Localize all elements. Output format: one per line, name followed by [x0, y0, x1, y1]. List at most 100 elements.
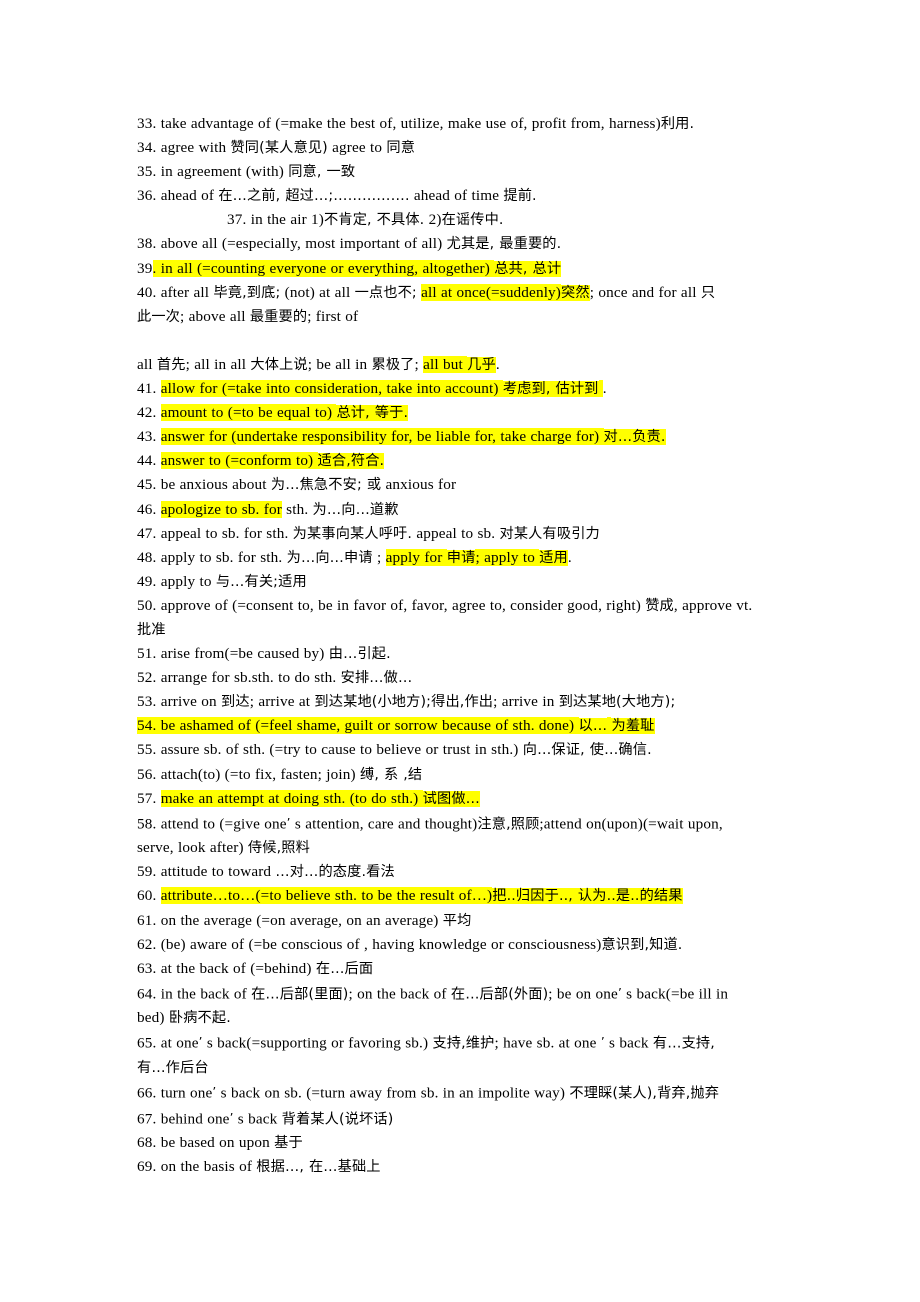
text-run: 此一次	[137, 308, 181, 325]
highlighted-text: ; apply to	[475, 548, 540, 566]
vocabulary-entry: 39. in all (=counting everyone or everyt…	[137, 257, 790, 281]
text-run: 35. in agreement (with)	[137, 163, 289, 181]
vocabulary-entry: all 首先; all in all 大体上说; be all in 累极了; …	[137, 353, 790, 377]
text-run: 到达某地(小地方);得出,作出	[314, 694, 494, 711]
text-run: s back(=supporting or favoring sb.)	[202, 1034, 433, 1052]
highlighted-text: 对…负责.	[603, 429, 666, 446]
text-run: 赞同(某人意见)	[230, 140, 328, 157]
vocabulary-entry: 35. in agreement (with) 同意, 一致	[137, 160, 790, 184]
vocabulary-entry: 64. in the back of 在…后部(里面); on the back…	[137, 981, 790, 1007]
highlighted-text: apologize to sb. for	[160, 500, 282, 518]
text-run: ; be all in	[307, 355, 372, 373]
text-run: s back on sb. (=turn away from sb. in an…	[216, 1084, 570, 1102]
text-run: ; have sb. at one	[494, 1034, 601, 1052]
highlighted-text: 以…	[578, 718, 608, 735]
text-run: 为…焦急不安; 或	[270, 477, 382, 494]
text-run: 65. at one	[137, 1034, 199, 1052]
text-run: 在…之前, 超过…;…………….	[218, 188, 410, 205]
text-run: ; arrive in	[493, 693, 559, 711]
text-run: ; on the back of	[348, 985, 451, 1003]
text-run: 安排…做…	[340, 670, 413, 687]
text-run: 53. arrive on	[137, 693, 222, 711]
text-run: 49. apply to	[137, 572, 216, 590]
highlighted-text: 总计, 等于.	[336, 405, 409, 422]
text-run: 51. arise from(=be caused by)	[137, 645, 329, 663]
text-run: 背着某人(说坏话)	[281, 1111, 394, 1128]
text-run: 注意,照顾	[477, 816, 540, 833]
text-run: 50. approve of (=consent to, be in favor…	[137, 596, 646, 614]
highlighted-text: all but	[423, 355, 468, 373]
text-run: ;attend on(upon)(=wait upon,	[539, 815, 723, 833]
highlighted-text: 54. be ashamed of (=feel shame, guilt or…	[137, 717, 579, 735]
paragraph-spacer	[137, 329, 790, 353]
text-run: 对某人有吸引力	[499, 525, 600, 542]
text-run: 62. (be) aware of (=be conscious of , ha…	[137, 935, 602, 953]
text-run: s back	[233, 1110, 282, 1128]
text-run: (not) at all	[280, 283, 355, 301]
highlighted-text: answer to (=conform to)	[160, 452, 318, 470]
vocabulary-entry: 43. answer for (undertake responsibility…	[137, 425, 790, 449]
text-run: 为某事向某人呼吁.	[292, 525, 413, 542]
text-run: 56. attach(to) (=to fix, fasten; join)	[137, 765, 360, 783]
text-run: 批准	[137, 621, 166, 638]
text-run: 在…后部(里面)	[251, 986, 349, 1003]
text-run: s attention, care and thought)	[290, 815, 478, 833]
highlighted-text: amount to (=to be equal to)	[160, 404, 337, 422]
vocabulary-entry: 69. on the basis of 根据…, 在…基础上	[137, 1155, 790, 1179]
text-run: 52. arrange for sb.sth. to do sth.	[137, 669, 341, 687]
text-run: 由…引起.	[328, 646, 391, 663]
text-run: appeal to sb.	[412, 524, 500, 542]
highlighted-text: 适合,符合.	[317, 453, 385, 470]
vocabulary-entry: 61. on the average (=on average, on an a…	[137, 909, 790, 933]
text-run: 平均	[442, 912, 472, 929]
document-page: 33. take advantage of (=make the best of…	[0, 0, 920, 1302]
text-run: 38. above all (=especially, most importa…	[137, 235, 447, 253]
text-run: 缚, 系 ,结	[359, 766, 423, 783]
text-run: 最重要的	[249, 308, 308, 325]
vocabulary-entry: 33. take advantage of (=make the best of…	[137, 112, 790, 136]
text-run: 首先	[156, 356, 186, 373]
text-run: 33. take advantage of (=make the best of…	[137, 115, 661, 132]
vocabulary-entry: 56. attach(to) (=to fix, fasten; join) 缚…	[137, 763, 790, 787]
highlighted-text: 适用	[539, 549, 568, 566]
vocabulary-entry-continuation: 批准	[137, 618, 790, 642]
highlighted-text: 几乎	[467, 356, 496, 373]
highlighted-text: make an attempt at doing sth. (to do sth…	[160, 789, 423, 807]
vocabulary-entry: 46. apologize to sb. for sth. 为…向…道歉	[137, 498, 790, 522]
text-run: anxious for	[381, 476, 457, 494]
text-run: ; arrive at	[249, 693, 315, 711]
text-run: ahead of time	[409, 187, 504, 205]
text-run: 累极了	[371, 356, 415, 373]
vocabulary-entry: 36. ahead of 在…之前, 超过…;……………. ahead of t…	[137, 184, 790, 208]
highlighted-text: 申请	[446, 549, 476, 566]
text-run: 到达	[221, 694, 250, 711]
text-run: 尤其是, 最重要的.	[446, 236, 562, 253]
text-run: 39	[137, 259, 153, 277]
text-run: 47. appeal to sb. for sth.	[137, 524, 293, 542]
text-run: serve, look after)	[137, 839, 248, 857]
text-run: 毕竟,到底;	[213, 284, 281, 301]
text-run: 到达某地(大地方);	[558, 694, 676, 711]
vocabulary-entry: 50. approve of (=consent to, be in favor…	[137, 594, 790, 618]
text-run: 在…后面	[315, 960, 374, 977]
vocabulary-entry: 49. apply to 与…有关;适用	[137, 570, 790, 594]
highlighted-text: 突然	[561, 284, 590, 301]
text-run: 64. in the back of	[137, 985, 252, 1003]
text-run: 只	[700, 284, 716, 301]
highlighted-text: 把..归因于.., 认为..是..的结果	[492, 888, 683, 905]
vocabulary-entry: 66. turn one’ s back on sb. (=turn away …	[137, 1080, 790, 1106]
text-run: 为…向…申请	[286, 549, 373, 566]
text-run: 66. turn one	[137, 1084, 213, 1102]
text-run: 44.	[137, 452, 161, 470]
text-run: , approve vt.	[673, 596, 753, 614]
text-run: 提前.	[503, 188, 537, 205]
vocabulary-entry: 59. attitude to toward …对…的态度.看法	[137, 860, 790, 884]
text-run: 40. after all	[137, 283, 214, 301]
text-run: ; once and for all	[589, 283, 701, 301]
vocabulary-entry: 47. appeal to sb. for sth. 为某事向某人呼吁. app…	[137, 522, 790, 546]
text-run: ; first of	[307, 307, 359, 325]
text-run: agree to	[327, 139, 387, 157]
text-run: 在…后部(外面)	[450, 986, 549, 1003]
text-run: 67. behind one	[137, 1110, 230, 1128]
highlighted-text: 总共, 总计	[494, 260, 562, 277]
